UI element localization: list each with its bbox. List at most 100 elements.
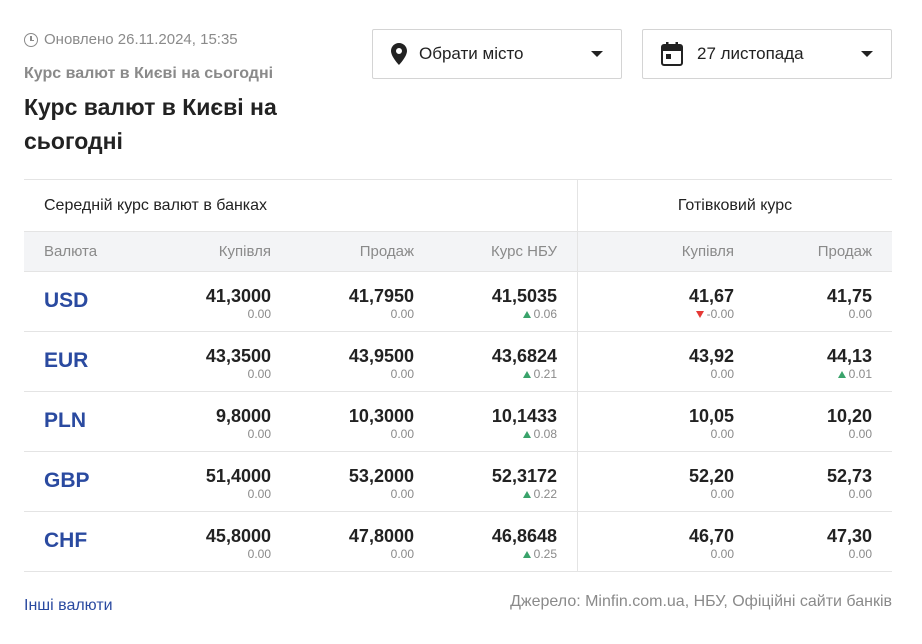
cash-buy-change-value: 0.00: [710, 547, 734, 561]
nbu-change: 0.21: [414, 367, 557, 382]
cash-buy-change: 0.00: [578, 487, 734, 502]
buy-change-value: 0.00: [247, 547, 271, 561]
cash-sell-change: 0.00: [734, 487, 872, 502]
sell-cell: 43,9500 0.00: [271, 332, 414, 391]
cash-buy-change-value: 0.00: [710, 487, 734, 501]
buy-cell: 9,8000 0.00: [144, 392, 271, 451]
nbu-change: 0.22: [414, 487, 557, 502]
nbu-change: 0.06: [414, 307, 557, 322]
table-body: USD 41,3000 0.00 41,7950 0.00 41,5035 0.06 41,6…: [24, 272, 892, 572]
cash-sell-change-value: 0.01: [848, 367, 872, 381]
sell-cell: 53,2000 0.00: [271, 452, 414, 511]
source-note: Джерело: Minfin.com.ua, НБУ, Офіційні са…: [510, 593, 892, 610]
buy-cell: 45,8000 0.00: [144, 512, 271, 571]
col-cash-sell: Продаж: [817, 243, 872, 260]
cash-sell-change-value: 0.00: [848, 547, 872, 561]
cash-sell-change-value: 0.00: [848, 427, 872, 441]
sell-value: 43,9500: [348, 346, 414, 366]
sell-cell: 41,7950 0.00: [271, 272, 414, 331]
table-row: USD 41,3000 0.00 41,7950 0.00 41,5035 0.06 41,6…: [24, 272, 892, 332]
sell-value: 10,3000: [348, 406, 414, 426]
buy-cell: 51,4000 0.00: [144, 452, 271, 511]
cash-sell-value: 41,75: [826, 286, 872, 306]
currency-code[interactable]: USD: [24, 272, 144, 331]
buy-value: 51,4000: [205, 466, 271, 486]
nbu-value: 43,6824: [491, 346, 557, 366]
nbu-change-value: 0.06: [533, 307, 557, 321]
calendar-icon: [661, 42, 683, 66]
exchange-rates-table: Середній курс валют в банках Готівковий …: [24, 179, 892, 572]
sell-change-value: 0.00: [390, 367, 414, 381]
chevron-down-icon: [591, 51, 603, 57]
arrow-up-icon: [522, 311, 531, 318]
page-subtitle: Курс валют в Києві на сьогодні: [24, 65, 274, 82]
cash-buy-value: 46,70: [688, 526, 734, 546]
city-select[interactable]: Обрати місто: [372, 29, 622, 79]
nbu-value: 41,5035: [491, 286, 557, 306]
buy-change: 0.00: [144, 427, 271, 442]
nbu-cell: 46,8648 0.25: [414, 512, 578, 571]
cash-sell-cell: 41,75 0.00: [734, 272, 892, 331]
buy-value: 43,3500: [205, 346, 271, 366]
buy-change-value: 0.00: [247, 487, 271, 501]
group-banks-label: Середній курс валют в банках: [24, 180, 578, 231]
chevron-down-icon: [861, 51, 873, 57]
nbu-value: 10,1433: [491, 406, 557, 426]
cash-sell-cell: 52,73 0.00: [734, 452, 892, 511]
buy-value: 45,8000: [205, 526, 271, 546]
cash-sell-change-value: 0.00: [848, 307, 872, 321]
other-currencies-link[interactable]: Інші валюти: [24, 597, 113, 615]
cash-sell-cell: 10,20 0.00: [734, 392, 892, 451]
nbu-cell: 43,6824 0.21: [414, 332, 578, 391]
buy-cell: 41,3000 0.00: [144, 272, 271, 331]
sell-change-value: 0.00: [390, 487, 414, 501]
sell-change-value: 0.00: [390, 427, 414, 441]
sell-change-value: 0.00: [390, 307, 414, 321]
clock-icon: [24, 32, 38, 47]
cash-buy-cell: 43,92 0.00: [578, 332, 734, 391]
sell-change: 0.00: [271, 547, 414, 562]
arrow-down-icon: [695, 311, 704, 318]
sell-change-value: 0.00: [390, 547, 414, 561]
nbu-change: 0.25: [414, 547, 557, 562]
table-header-row: Валюта Купівля Продаж Курс НБУ Купівля П…: [24, 232, 892, 272]
buy-change: 0.00: [144, 307, 271, 322]
location-pin-icon: [391, 43, 407, 65]
sell-value: 47,8000: [348, 526, 414, 546]
buy-change-value: 0.00: [247, 367, 271, 381]
nbu-change-value: 0.21: [533, 367, 557, 381]
col-cash-buy: Купівля: [681, 243, 734, 260]
cash-buy-cell: 46,70 0.00: [578, 512, 734, 571]
cash-buy-change-value: 0.00: [710, 427, 734, 441]
sell-value: 53,2000: [348, 466, 414, 486]
col-currency: Валюта: [44, 243, 98, 260]
nbu-cell: 52,3172 0.22: [414, 452, 578, 511]
cash-sell-change: 0.00: [734, 307, 872, 322]
currency-code[interactable]: CHF: [24, 512, 144, 571]
sell-value: 41,7950: [348, 286, 414, 306]
currency-code[interactable]: EUR: [24, 332, 144, 391]
cash-buy-value: 41,67: [688, 286, 734, 306]
sell-change: 0.00: [271, 367, 414, 382]
cash-sell-value: 10,20: [826, 406, 872, 426]
cash-buy-cell: 41,67 -0.00: [578, 272, 734, 331]
cash-sell-value: 47,30: [826, 526, 872, 546]
currency-code[interactable]: GBP: [24, 452, 144, 511]
date-select[interactable]: 27 листопада: [642, 29, 892, 79]
currency-code[interactable]: PLN: [24, 392, 144, 451]
updated-timestamp: Оновлено 26.11.2024, 15:35: [24, 31, 238, 48]
cash-buy-value: 10,05: [688, 406, 734, 426]
table-group-header: Середній курс валют в банках Готівковий …: [24, 180, 892, 232]
cash-buy-change: 0.00: [578, 367, 734, 382]
table-row: EUR 43,3500 0.00 43,9500 0.00 43,6824 0.21 43,9…: [24, 332, 892, 392]
cash-sell-change: 0.00: [734, 547, 872, 562]
nbu-value: 46,8648: [491, 526, 557, 546]
sell-change: 0.00: [271, 427, 414, 442]
cash-sell-cell: 44,13 0.01: [734, 332, 892, 391]
col-sell: Продаж: [359, 243, 414, 260]
cash-sell-value: 52,73: [826, 466, 872, 486]
buy-change: 0.00: [144, 547, 271, 562]
arrow-up-icon: [522, 431, 531, 438]
nbu-cell: 10,1433 0.08: [414, 392, 578, 451]
page-title: Курс валют в Києві на сьогодні: [24, 94, 277, 154]
